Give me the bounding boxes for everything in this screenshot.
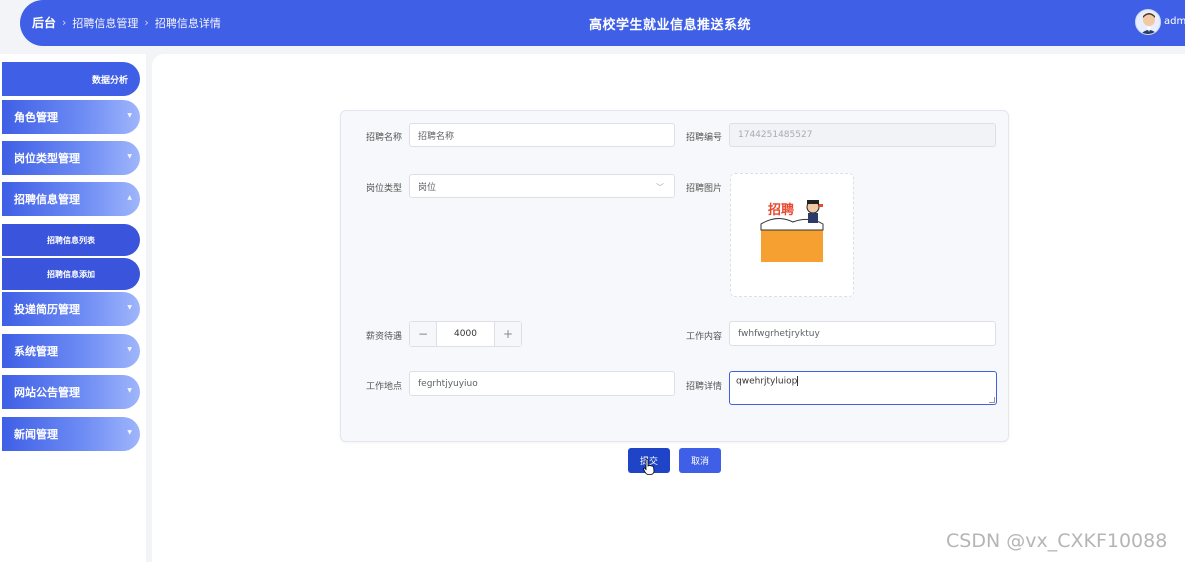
avatar[interactable] <box>1135 9 1161 35</box>
sidebar: 数据分析 角色管理 ▼ 岗位类型管理 ▼ 招聘信息管理 ▲ 招聘信息列表 招聘信… <box>0 54 146 562</box>
content-label: 工作内容 <box>685 332 722 342</box>
chevron-down-icon: ▼ <box>127 153 132 160</box>
sidebar-item-post-type-manage[interactable]: 岗位类型管理 ▼ <box>2 141 140 175</box>
sidebar-item-system-manage[interactable]: 系统管理 ▼ <box>2 334 140 368</box>
sidebar-item-label: 角色管理 <box>14 111 58 124</box>
chevron-up-icon: ▲ <box>127 194 132 201</box>
code-input-value: 1744251485527 <box>738 130 813 140</box>
sidebar-subitem-label: 招聘信息列表 <box>47 235 95 245</box>
name-label: 招聘名称 <box>365 133 402 143</box>
recruit-image-icon: 招聘 <box>760 200 824 262</box>
chevron-down-icon: ▼ <box>127 429 132 436</box>
page-title: 高校学生就业信息推送系统 <box>588 18 751 33</box>
detail-label: 招聘详情 <box>685 382 722 392</box>
type-select[interactable]: 岗位 ﹀ <box>409 174 675 198</box>
salary-stepper[interactable]: − 4000 + <box>409 321 522 347</box>
sidebar-item-label: 新闻管理 <box>14 428 58 441</box>
minus-icon[interactable]: − <box>410 322 436 346</box>
detail-textarea-value: qwehrjtyluiop <box>736 376 798 387</box>
sidebar-subitem-label: 招聘信息添加 <box>47 269 95 279</box>
code-input: 1744251485527 <box>729 123 996 147</box>
sidebar-item-data-analysis[interactable]: 数据分析 <box>2 62 140 96</box>
cancel-button[interactable]: 取消 <box>679 448 721 473</box>
hand-cursor-icon <box>643 459 655 475</box>
chevron-down-icon: ▼ <box>127 112 132 119</box>
sidebar-item-label: 网站公告管理 <box>14 386 80 399</box>
watermark: CSDN @vx_CXKF10088 <box>946 530 1168 552</box>
name-input-value: 招聘名称 <box>418 131 455 142</box>
sidebar-item-label: 岗位类型管理 <box>14 152 80 165</box>
detail-textarea[interactable]: qwehrjtyluiop <box>729 371 997 405</box>
sidebar-item-news-manage[interactable]: 新闻管理 ▼ <box>2 417 140 451</box>
sidebar-item-recruit-manage[interactable]: 招聘信息管理 ▲ <box>2 182 140 216</box>
sidebar-item-notice-manage[interactable]: 网站公告管理 ▼ <box>2 375 140 409</box>
resize-handle-icon[interactable] <box>989 397 995 403</box>
sidebar-item-label: 招聘信息管理 <box>14 193 80 206</box>
image-label: 招聘图片 <box>685 184 722 194</box>
type-label: 岗位类型 <box>365 184 402 194</box>
location-label: 工作地点 <box>365 382 402 392</box>
chevron-down-icon: ▼ <box>127 346 132 353</box>
location-input-value: fegrhtjyuyiuo <box>418 378 478 389</box>
location-input[interactable]: fegrhtjyuyiuo <box>409 371 675 396</box>
type-select-value: 岗位 <box>418 182 437 193</box>
code-label: 招聘编号 <box>685 133 722 143</box>
content-input-value: fwhfwgrhetjryktuy <box>738 328 820 339</box>
salary-label: 薪资待遇 <box>365 332 402 342</box>
name-input[interactable]: 招聘名称 <box>409 123 675 147</box>
sidebar-subitem-recruit-add[interactable]: 招聘信息添加 <box>2 258 140 290</box>
content-input[interactable]: fwhfwgrhetjryktuy <box>729 321 996 346</box>
cancel-button-label: 取消 <box>690 457 709 467</box>
text-cursor <box>797 376 799 386</box>
chevron-down-icon: ▼ <box>127 387 132 394</box>
salary-value[interactable]: 4000 <box>436 322 495 346</box>
sidebar-subitem-recruit-list[interactable]: 招聘信息列表 <box>2 224 140 256</box>
plus-icon[interactable]: + <box>495 322 521 346</box>
sidebar-item-resume-manage[interactable]: 投递简历管理 ▼ <box>2 292 140 326</box>
chevron-down-icon: ▼ <box>127 304 132 311</box>
username[interactable]: admin <box>1164 16 1185 27</box>
image-caption: 招聘 <box>768 202 794 218</box>
image-upload[interactable]: 招聘 <box>730 173 854 297</box>
top-bar: 后台 › 招聘信息管理 › 招聘信息详情 高校学生就业信息推送系统 admin <box>20 0 1185 46</box>
sidebar-item-label: 系统管理 <box>14 345 58 358</box>
sidebar-item-label: 数据分析 <box>91 75 128 86</box>
sidebar-item-role-manage[interactable]: 角色管理 ▼ <box>2 100 140 134</box>
sidebar-item-label: 投递简历管理 <box>14 303 80 316</box>
